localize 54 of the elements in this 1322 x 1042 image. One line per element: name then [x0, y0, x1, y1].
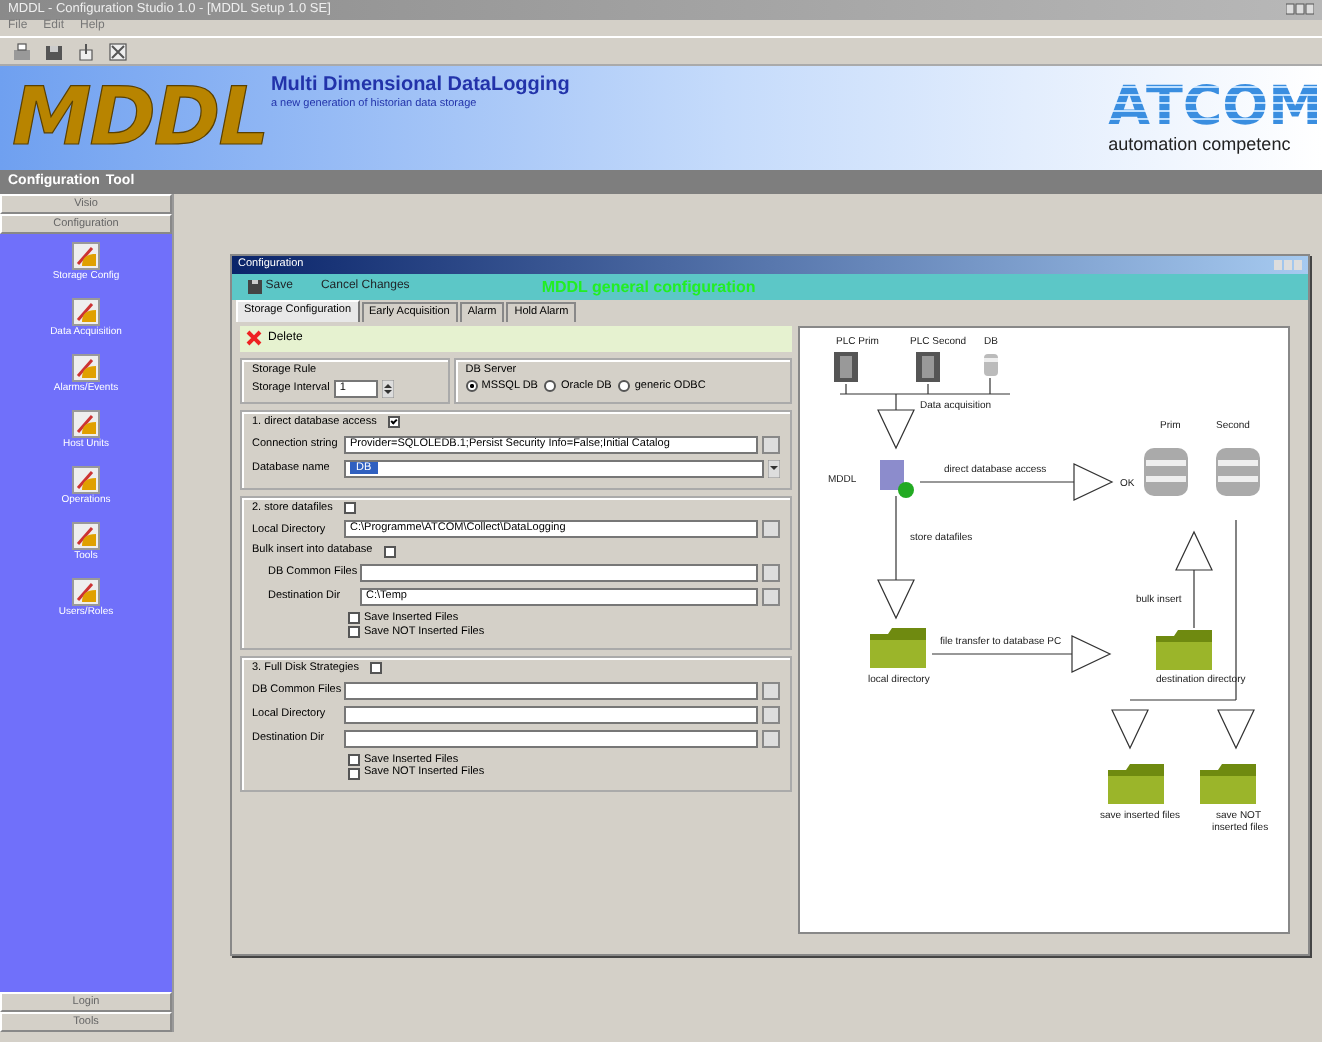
spinner-arrows-icon[interactable] [381, 380, 394, 399]
flow-arrow [1175, 529, 1213, 570]
window-controls-icon[interactable] [1286, 2, 1314, 16]
printer-icon[interactable] [12, 41, 32, 61]
connector-line [895, 392, 897, 410]
server-icon [1144, 447, 1188, 496]
checkbox[interactable] [348, 754, 360, 767]
folder-icon [870, 627, 926, 668]
flow-arrow [1217, 708, 1255, 749]
text-field[interactable] [344, 681, 758, 700]
folder-icon [1108, 763, 1164, 804]
flow-arrow [1071, 634, 1112, 673]
folder-icon [1200, 763, 1256, 804]
delete-icon [246, 330, 262, 347]
folder-icon [1156, 629, 1212, 670]
checkbox[interactable] [370, 662, 382, 675]
connector-line [931, 652, 1073, 654]
text-field[interactable] [344, 705, 758, 724]
checkbox[interactable] [343, 502, 356, 515]
tool-icon [72, 522, 100, 550]
database-icon [984, 353, 998, 376]
document-icon[interactable] [76, 41, 96, 61]
checkbox[interactable] [387, 416, 400, 429]
window-heading: MDDL general configuration [541, 277, 756, 297]
flow-arrow [877, 578, 915, 619]
tool-icon [71, 578, 100, 606]
tool-icon [71, 242, 100, 270]
close-icon[interactable] [108, 41, 128, 61]
brand-tagline: automation competenc [1108, 134, 1291, 156]
tool-icon [71, 298, 100, 326]
flow-arrow [1111, 708, 1149, 749]
radio-button[interactable] [465, 380, 478, 393]
browse-button[interactable] [762, 520, 780, 539]
database-add-icon [880, 459, 914, 498]
text-field[interactable] [360, 563, 758, 582]
radio-button[interactable] [544, 380, 557, 393]
text-field[interactable] [344, 729, 758, 748]
flow-arrow [1073, 462, 1114, 501]
tool-icon [72, 466, 100, 494]
tool-icon [72, 410, 100, 438]
plc-icon [834, 351, 858, 382]
checkbox[interactable] [348, 767, 360, 780]
dropdown-arrow-icon[interactable] [768, 459, 780, 478]
flow-arrow [877, 408, 915, 449]
tool-icon [71, 354, 100, 382]
connector-line [895, 494, 897, 580]
plc-icon [916, 351, 940, 382]
banner-title: Multi Dimensional DataLogging [270, 73, 570, 97]
checkbox[interactable] [348, 612, 360, 625]
checkbox[interactable] [348, 625, 360, 638]
mddl-logo: MDDL [12, 78, 268, 158]
checkbox[interactable] [383, 545, 396, 558]
server-icon [1216, 447, 1260, 496]
radio-button[interactable] [618, 380, 631, 393]
